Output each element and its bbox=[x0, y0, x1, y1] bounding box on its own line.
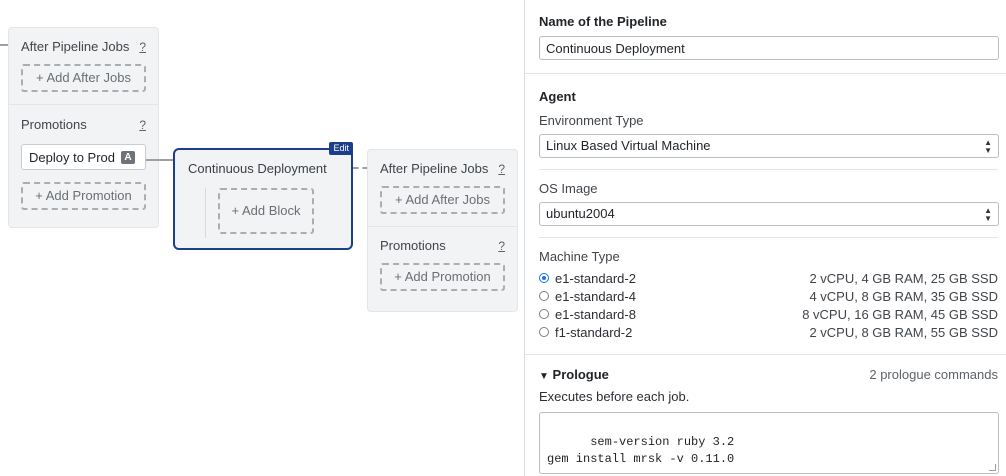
agent-heading: Agent bbox=[539, 89, 576, 104]
machine-name: e1-standard-2 bbox=[555, 270, 636, 286]
after-jobs-title: After Pipeline Jobs bbox=[21, 39, 130, 54]
os-image-label: OS Image bbox=[539, 181, 598, 196]
left-pipeline-extras-panel: After Pipeline Jobs ? + Add After Jobs P… bbox=[8, 27, 159, 228]
promotion-connector bbox=[146, 159, 174, 161]
prologue-count: 2 prologue commands bbox=[869, 367, 998, 382]
extras-connector bbox=[353, 167, 368, 169]
promotion-deploy-to-prod[interactable]: Deploy to Prod A bbox=[21, 144, 146, 170]
resize-grip-icon[interactable] bbox=[989, 464, 996, 471]
pipeline-name-label: Name of the Pipeline bbox=[539, 14, 667, 29]
right-promotions-section: Promotions ? + Add Promotion bbox=[368, 226, 517, 303]
promotion-name: Deploy to Prod bbox=[29, 149, 115, 165]
machine-spec: 2 vCPU, 8 GB RAM, 55 GB SSD bbox=[809, 324, 998, 340]
os-image-value: ubuntu2004 bbox=[546, 206, 615, 221]
after-jobs-help-link[interactable]: ? bbox=[498, 162, 505, 176]
add-after-jobs-button[interactable]: + Add After Jobs bbox=[21, 64, 146, 92]
radio-button[interactable] bbox=[539, 273, 549, 283]
os-image-select[interactable]: ubuntu2004 ▲ ▼ bbox=[539, 202, 999, 226]
pipeline-name-input[interactable] bbox=[539, 36, 999, 60]
add-promotion-button[interactable]: + Add Promotion bbox=[21, 182, 146, 210]
promotions-help-link[interactable]: ? bbox=[139, 118, 146, 132]
promotions-help-link[interactable]: ? bbox=[498, 239, 505, 253]
machine-option[interactable]: e1-standard-4 4 vCPU, 8 GB RAM, 35 GB SS… bbox=[539, 287, 998, 305]
prologue-hint: Executes before each job. bbox=[539, 389, 690, 404]
block-column: + Add Block bbox=[205, 188, 314, 238]
workflow-canvas[interactable]: After Pipeline Jobs ? + Add After Jobs P… bbox=[0, 0, 524, 476]
pipeline-card-selected[interactable]: Edit Continuous Deployment + Add Block bbox=[173, 142, 353, 250]
after-jobs-help-link[interactable]: ? bbox=[139, 40, 146, 54]
prologue-commands-textarea[interactable]: sem-version ruby 3.2 gem install mrsk -v… bbox=[539, 412, 999, 474]
environment-type-label: Environment Type bbox=[539, 113, 644, 128]
promotions-title: Promotions bbox=[21, 117, 87, 132]
add-promotion-button[interactable]: + Add Promotion bbox=[380, 263, 505, 291]
machine-name: e1-standard-4 bbox=[555, 288, 636, 304]
auto-promotion-badge: A bbox=[121, 150, 135, 164]
left-promotions-section: Promotions ? Deploy to Prod A + Add Prom… bbox=[9, 104, 158, 222]
prologue-toggle[interactable]: ▼ Prologue bbox=[539, 367, 609, 382]
triangle-down-icon: ▼ bbox=[539, 371, 549, 382]
add-block-button[interactable]: + Add Block bbox=[218, 188, 314, 234]
machine-spec: 4 vCPU, 8 GB RAM, 35 GB SSD bbox=[809, 288, 998, 304]
select-arrows-icon: ▲ ▼ bbox=[984, 206, 992, 223]
left-after-jobs-section: After Pipeline Jobs ? + Add After Jobs bbox=[9, 28, 158, 104]
radio-button[interactable] bbox=[539, 291, 549, 301]
machine-spec: 2 vCPU, 4 GB RAM, 25 GB SSD bbox=[809, 270, 998, 286]
pipeline-settings-panel: Name of the Pipeline Agent Environment T… bbox=[524, 0, 1006, 476]
add-after-jobs-button[interactable]: + Add After Jobs bbox=[380, 186, 505, 214]
pipeline-title: Continuous Deployment bbox=[188, 161, 327, 176]
right-pipeline-extras-panel: After Pipeline Jobs ? + Add After Jobs P… bbox=[367, 149, 518, 312]
radio-button[interactable] bbox=[539, 327, 549, 337]
promotions-title: Promotions bbox=[380, 238, 446, 253]
machine-option[interactable]: f1-standard-2 2 vCPU, 8 GB RAM, 55 GB SS… bbox=[539, 323, 998, 341]
machine-name: e1-standard-8 bbox=[555, 306, 636, 322]
after-jobs-title: After Pipeline Jobs bbox=[380, 161, 489, 176]
environment-type-value: Linux Based Virtual Machine bbox=[546, 138, 711, 153]
environment-type-select[interactable]: Linux Based Virtual Machine ▲ ▼ bbox=[539, 134, 999, 158]
right-after-jobs-section: After Pipeline Jobs ? + Add After Jobs bbox=[368, 150, 517, 226]
edit-badge[interactable]: Edit bbox=[329, 142, 353, 155]
select-arrows-icon: ▲ ▼ bbox=[984, 138, 992, 155]
machine-option[interactable]: e1-standard-2 2 vCPU, 4 GB RAM, 25 GB SS… bbox=[539, 269, 998, 287]
machine-option[interactable]: e1-standard-8 8 vCPU, 16 GB RAM, 45 GB S… bbox=[539, 305, 998, 323]
prologue-label: Prologue bbox=[552, 367, 609, 382]
machine-name: f1-standard-2 bbox=[555, 324, 633, 340]
machine-spec: 8 vCPU, 16 GB RAM, 45 GB SSD bbox=[802, 306, 998, 322]
radio-button[interactable] bbox=[539, 309, 549, 319]
prologue-commands-text: sem-version ruby 3.2 gem install mrsk -v… bbox=[547, 435, 735, 466]
machine-type-label: Machine Type bbox=[539, 249, 620, 264]
